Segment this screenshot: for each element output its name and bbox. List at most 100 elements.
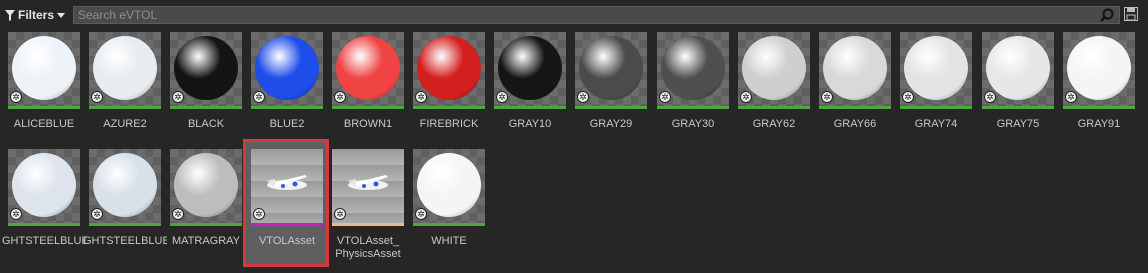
asset-tile[interactable]: ✲ FIREBRICK [413,32,493,156]
asset-type-color-bar [413,106,485,109]
asset-type-badge-icon: ✲ [10,208,22,220]
asset-tile[interactable]: ✲ GRAY74 [900,32,980,156]
asset-tile[interactable]: ✲ MATRAGRAY [170,149,250,273]
asset-thumbnail: ✲ [494,32,566,106]
asset-tile[interactable]: ✲ WHITE [413,149,493,273]
asset-label: BLACK [187,118,225,130]
asset-type-badge-icon: ✲ [577,91,589,103]
asset-type-color-bar [982,106,1054,109]
asset-grid: ✲ ALICEBLUE ✲ AZURE2 ✲ BLACK ✲ BLUE2 ✲ BROWN1 ✲ FIR… [0,0,1148,270]
asset-thumbnail: ✲ [170,32,242,106]
material-sphere-preview [1067,36,1131,100]
asset-type-color-bar [494,106,566,109]
asset-tile[interactable]: ✲ VTOLAsset_ PhysicsAsset [332,149,412,273]
asset-tile[interactable]: ✲ GRAY30 [657,32,737,156]
asset-tile[interactable]: ✲ GRAY10 [494,32,574,156]
asset-tile[interactable]: ✲ ALICEBLUE [8,32,88,156]
material-sphere-preview [93,153,157,217]
asset-type-badge-icon: ✲ [253,208,265,220]
asset-tile[interactable]: ✲ GRAY91 [1063,32,1143,156]
asset-type-color-bar [413,223,485,226]
asset-tile[interactable]: ✲ AZURE2 [89,32,169,156]
search-box [73,6,1120,24]
asset-thumbnail: ✲ [1063,32,1135,106]
asset-tile[interactable]: ✲ GRAY62 [738,32,818,156]
asset-type-color-bar [89,106,161,109]
asset-tile[interactable]: ✲ BLACK [170,32,250,156]
asset-tile[interactable]: ✲ GHTSTEELBLUE [2,149,88,273]
asset-label: MATRAGRAY [171,235,241,247]
search-input[interactable] [78,7,1078,23]
funnel-icon [5,9,15,21]
asset-thumbnail: ✲ [251,149,323,223]
material-sphere-preview [12,36,76,100]
asset-type-color-bar [170,223,242,226]
asset-type-color-bar [8,223,80,226]
material-sphere-preview [93,36,157,100]
asset-type-badge-icon: ✲ [496,91,508,103]
asset-thumbnail: ✲ [982,32,1054,106]
asset-type-color-bar [575,106,647,109]
asset-type-badge-icon: ✲ [334,91,346,103]
material-sphere-preview [255,36,319,100]
asset-tile[interactable]: ✲ GRAY66 [819,32,899,156]
filters-button[interactable]: Filters [5,6,66,24]
material-sphere-preview [579,36,643,100]
material-sphere-preview [661,36,725,100]
asset-type-color-bar [332,223,404,226]
asset-tile[interactable]: ✲ BLUE2 [251,32,331,156]
asset-type-badge-icon: ✲ [984,91,996,103]
material-sphere-preview [336,36,400,100]
asset-label: GRAY66 [833,118,877,130]
asset-type-color-bar [251,106,323,109]
asset-thumbnail: ✲ [657,32,729,106]
asset-type-color-bar [332,106,404,109]
asset-label: GHTSTEELBLUE [2,235,86,247]
asset-type-badge-icon: ✲ [740,91,752,103]
asset-type-badge-icon: ✲ [10,91,22,103]
asset-type-badge-icon: ✲ [172,91,184,103]
asset-type-badge-icon: ✲ [902,91,914,103]
asset-type-badge-icon: ✲ [253,91,265,103]
asset-type-color-bar [900,106,972,109]
asset-tile[interactable]: ✲ GRAY75 [982,32,1062,156]
asset-tile[interactable]: ✲ VTOLAsset [251,149,331,273]
asset-type-color-bar [89,223,161,226]
asset-thumbnail: ✲ [89,149,161,223]
asset-thumbnail: ✲ [332,149,404,223]
asset-type-color-bar [8,106,80,109]
asset-type-badge-icon: ✲ [1065,91,1077,103]
asset-tile[interactable]: ✲ BROWN1 [332,32,412,156]
aircraft-preview-icon [342,169,394,204]
material-sphere-preview [498,36,562,100]
asset-type-color-bar [1063,106,1135,109]
asset-type-color-bar [819,106,891,109]
asset-type-badge-icon: ✲ [91,208,103,220]
asset-thumbnail: ✲ [8,149,80,223]
asset-label: GRAY10 [508,118,552,130]
asset-thumbnail: ✲ [332,32,404,106]
asset-tile[interactable]: ✲ GRAY29 [575,32,655,156]
asset-label: VTOLAsset_ PhysicsAsset [335,235,401,260]
asset-type-color-bar [657,106,729,109]
asset-thumbnail: ✲ [251,32,323,106]
asset-thumbnail: ✲ [575,32,647,106]
asset-type-badge-icon: ✲ [821,91,833,103]
caret-down-icon [57,12,66,18]
asset-type-color-bar [251,223,323,226]
asset-label: VTOLAsset [258,235,316,247]
asset-label: AZURE2 [103,118,147,130]
asset-type-color-bar [170,106,242,109]
asset-label: GRAY62 [752,118,796,130]
asset-tile[interactable]: ✲ GHTSTEELBLUE [83,149,169,273]
content-browser-toolbar: Filters [0,0,1148,31]
search-icon[interactable] [1100,8,1114,27]
asset-thumbnail: ✲ [819,32,891,106]
asset-type-badge-icon: ✲ [172,208,184,220]
asset-label: BROWN1 [343,118,393,130]
asset-thumbnail: ✲ [900,32,972,106]
asset-thumbnail: ✲ [89,32,161,106]
asset-type-badge-icon: ✲ [415,208,427,220]
asset-label: WHITE [431,235,467,247]
save-search-icon[interactable] [1124,7,1138,26]
